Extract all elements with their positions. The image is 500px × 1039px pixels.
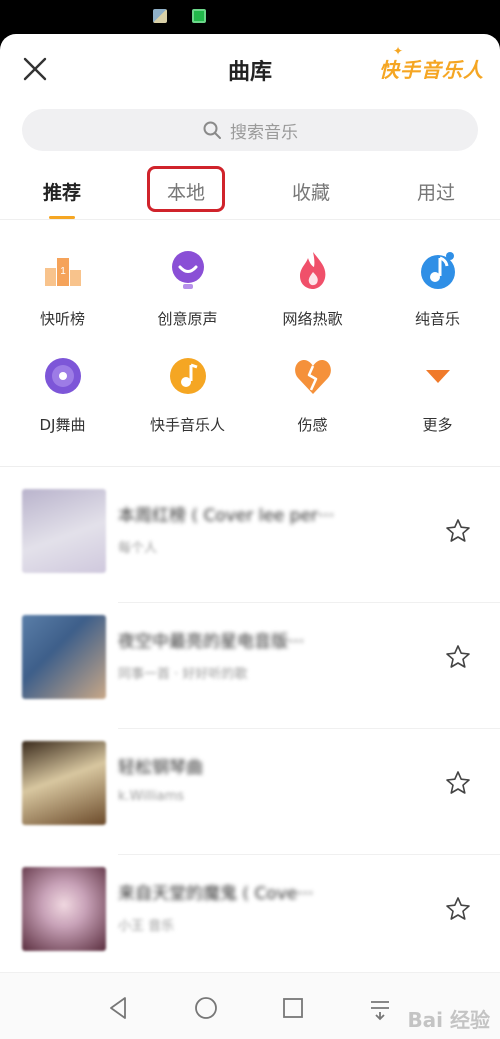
tab-favorites[interactable]: 收藏 [292,178,330,205]
song-title: 轻松钢琴曲 [118,758,203,778]
svg-text:1: 1 [60,266,66,277]
spark-icon: ✦ [393,44,405,58]
music-note-orange-icon [169,358,206,394]
song-title: 本周红榜 ( Cover lee per··· [118,506,335,526]
brand-label: 快手音乐人 [379,58,484,82]
album-cover [22,867,106,951]
category-label: 纯音乐 [414,310,460,328]
category-label: 更多 [422,416,453,434]
favorite-star-icon[interactable] [444,517,472,545]
song-artist: k.Williams [118,789,185,804]
section-divider [0,466,500,467]
tab-label: 收藏 [292,182,331,204]
album-cover [22,615,106,699]
podium-icon: 1 [44,258,81,286]
tab-recommended[interactable]: 推荐 [43,178,82,219]
category-item[interactable]: 更多 [375,336,500,442]
search-icon [203,121,221,139]
tab-bar: 推荐 本地 收藏 用过 [0,170,500,220]
highlight-annotation [147,166,225,212]
category-item[interactable]: 快手音乐人 [125,336,250,442]
microphone-icon [171,251,204,289]
category-label: 创意原声 [157,310,218,328]
watermark: Bai 经验 [407,1008,490,1032]
music-library-sheet: 曲库 ✦ 快手音乐人 搜索音乐 推荐 本地 收藏 用过 1 快听榜 创意原声 网… [0,34,500,1039]
tab-used[interactable]: 用过 [417,178,455,205]
search-input[interactable]: 搜索音乐 [22,109,478,151]
song-artist: 每个人 [118,541,158,556]
tab-label: 用过 [417,182,456,204]
category-item[interactable]: 伤感 [250,336,375,442]
tab-label: 推荐 [43,182,82,204]
song-artist: 小王 音乐 [118,919,175,934]
song-artist: 同事一首 · 好好听的歌 [118,667,248,682]
category-item[interactable]: 1 快听榜 [0,230,125,336]
app-notification-icon [192,9,206,23]
favorite-star-icon[interactable] [444,895,472,923]
triangle-down-icon [425,370,450,383]
header: 曲库 ✦ 快手音乐人 [0,34,500,104]
song-title: 夜空中最亮的星电音版··· [118,632,305,652]
search-placeholder: 搜索音乐 [230,122,298,143]
recents-square-icon[interactable] [280,995,306,1021]
music-note-circle-icon [420,252,455,289]
status-bar [0,0,500,34]
favorite-star-icon[interactable] [444,643,472,671]
favorite-star-icon[interactable] [444,769,472,797]
gallery-notification-icon [153,9,167,23]
song-row[interactable]: 夜空中最亮的星电音版··· 同事一首 · 好好听的歌 [0,603,500,729]
category-label: 快手音乐人 [149,416,225,434]
category-item[interactable]: 网络热歌 [250,230,375,336]
category-item[interactable]: DJ舞曲 [0,336,125,442]
flame-icon [299,252,325,289]
album-cover [22,741,106,825]
song-title: 来自天堂的魔鬼 ( Cove··· [118,884,314,904]
vinyl-disc-icon [44,358,81,394]
category-label: 伤感 [297,416,328,434]
song-row[interactable]: 来自天堂的魔鬼 ( Cove··· 小王 音乐 [0,855,500,981]
category-label: DJ舞曲 [39,416,86,434]
album-cover [22,489,106,573]
home-circle-icon[interactable] [193,995,219,1021]
kuaishou-musician-logo[interactable]: ✦ 快手音乐人 [379,44,484,83]
back-triangle-icon[interactable] [105,995,131,1021]
category-item[interactable]: 创意原声 [125,230,250,336]
category-item[interactable]: 纯音乐 [375,230,500,336]
menu-down-icon[interactable] [367,995,393,1021]
system-nav-bar: Bai 经验 [0,972,500,1039]
song-row[interactable]: 轻松钢琴曲 k.Williams [0,729,500,855]
song-row[interactable]: 本周红榜 ( Cover lee per··· 每个人 [0,477,500,603]
category-label: 快听榜 [39,310,85,328]
category-label: 网络热歌 [282,310,343,328]
active-tab-indicator [49,216,76,219]
broken-heart-icon [294,360,331,394]
